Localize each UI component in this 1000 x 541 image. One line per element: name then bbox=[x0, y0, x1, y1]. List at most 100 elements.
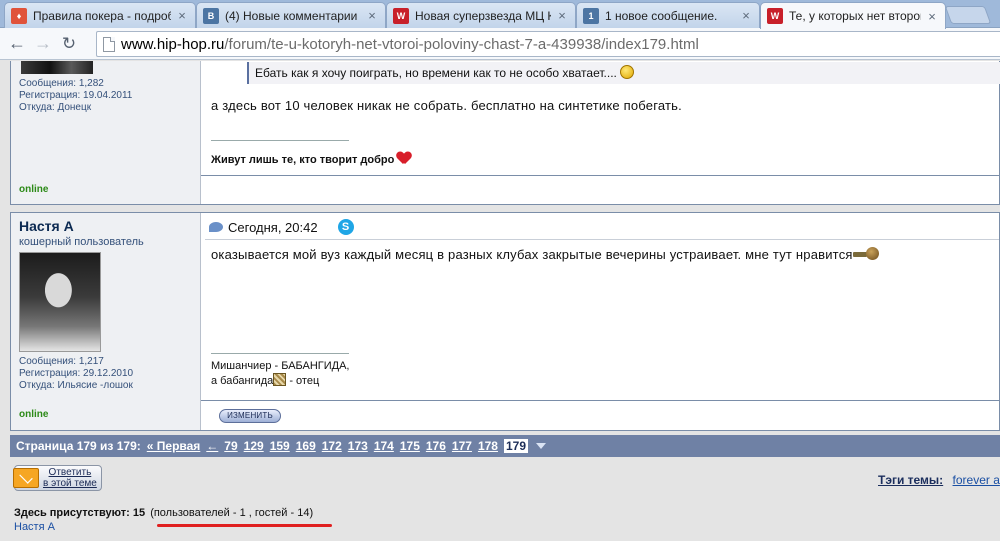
tab-0[interactable]: ♦ Правила покера - подроб × bbox=[4, 2, 196, 28]
pagination-label: Страница 179 из 179: bbox=[16, 439, 141, 453]
signature-divider bbox=[211, 353, 349, 354]
signature: Мишанчиер - БАБАНГИДА, а бабангида - оте… bbox=[211, 359, 350, 388]
hiphop-icon: W bbox=[393, 7, 409, 24]
owl-smiley-icon bbox=[273, 373, 287, 386]
post-body: Сегодня, 20:42 S оказывается мой вуз каж… bbox=[201, 213, 999, 430]
present-users: Здесь присутствуют: 15 (пользователей - … bbox=[14, 507, 313, 519]
close-icon[interactable]: × bbox=[739, 8, 753, 23]
thread-footer: Ответить в этой теме Тэги темы: forever … bbox=[10, 459, 1000, 541]
tab-4-active[interactable]: W Те, у которых нет второй × bbox=[760, 2, 946, 29]
post-footer-divider bbox=[201, 400, 999, 401]
tab-strip: ♦ Правила покера - подроб × B (4) Новые … bbox=[0, 0, 1000, 29]
close-icon[interactable]: × bbox=[925, 9, 939, 24]
page-link[interactable]: 178 bbox=[478, 439, 498, 453]
quote-text: Ебать как я хочу поиграть, но времени ка… bbox=[247, 62, 1000, 84]
post-icon bbox=[209, 222, 223, 232]
tab-3[interactable]: 1 1 новое сообщение. × bbox=[576, 2, 760, 28]
signature-line: Мишанчиер - БАБАНГИДА, bbox=[211, 360, 350, 372]
close-icon[interactable]: × bbox=[555, 8, 569, 23]
signature-divider bbox=[211, 140, 349, 141]
author-stats: Сообщения: 1,282 Регистрация: 19.04.2011… bbox=[19, 78, 132, 114]
reply-button-label: Ответить в этой теме bbox=[43, 467, 97, 489]
red-underline-annotation bbox=[157, 524, 332, 527]
page-link[interactable]: 159 bbox=[270, 439, 290, 453]
tag-link[interactable]: forever a bbox=[953, 473, 1000, 487]
tab-2[interactable]: W Новая суперзвезда МЦ К/ × bbox=[386, 2, 576, 28]
vk-icon: B bbox=[203, 7, 219, 24]
present-user-link[interactable]: Настя А bbox=[14, 521, 55, 533]
new-tab-button[interactable] bbox=[944, 6, 992, 24]
post-text: а здесь вот 10 человек никак не собрать.… bbox=[211, 98, 682, 113]
tab-title: Новая суперзвезда МЦ К/ bbox=[415, 8, 551, 23]
tab-title: 1 новое сообщение. bbox=[605, 8, 718, 23]
address-bar[interactable]: www.hip-hop.ru/forum/te-u-kotoryh-net-vt… bbox=[96, 31, 1000, 57]
page-link[interactable]: 175 bbox=[400, 439, 420, 453]
tab-title: Те, у которых нет второй bbox=[789, 9, 921, 23]
hiphop-icon: W bbox=[767, 8, 783, 24]
quote-block: Ебать как я хочу поиграть, но времени ка… bbox=[209, 61, 1000, 88]
post-body: Ебать как я хочу поиграть, но времени ка… bbox=[201, 61, 1000, 204]
prev-page-link[interactable]: ← bbox=[206, 439, 218, 453]
author-registered: Регистрация: 29.12.2010 bbox=[19, 368, 134, 379]
close-icon[interactable]: × bbox=[365, 8, 379, 23]
author-location: Откуда: Донецк bbox=[19, 102, 92, 113]
edit-button[interactable]: ИЗМЕНИТЬ bbox=[219, 409, 281, 423]
author-username[interactable]: Настя А bbox=[19, 218, 74, 234]
tab-title: Правила покера - подроб bbox=[33, 8, 171, 23]
envelope-icon bbox=[13, 468, 39, 488]
author-posts: Сообщения: 1,217 bbox=[19, 356, 104, 367]
page-link[interactable]: 169 bbox=[296, 439, 316, 453]
page-link[interactable]: 79 bbox=[224, 439, 237, 453]
close-icon[interactable]: × bbox=[175, 8, 189, 23]
gun-smiley-icon bbox=[852, 247, 879, 261]
page-link[interactable]: 173 bbox=[348, 439, 368, 453]
first-page-link[interactable]: « Первая bbox=[147, 439, 201, 453]
signature-line: а бабангида - отец bbox=[211, 373, 320, 387]
skype-icon[interactable]: S bbox=[337, 219, 354, 235]
page-link[interactable]: 177 bbox=[452, 439, 472, 453]
post-header: Сегодня, 20:42 S bbox=[209, 219, 354, 235]
present-label: Здесь присутствуют: bbox=[14, 507, 130, 519]
avatar[interactable] bbox=[19, 252, 101, 352]
tab-1[interactable]: B (4) Новые комментарии × bbox=[196, 2, 386, 28]
page-icon bbox=[103, 36, 115, 52]
url-host: www.hip-hop.ru bbox=[121, 35, 225, 53]
post-date: Сегодня, 20:42 bbox=[228, 219, 318, 235]
post-text: оказывается мой вуз каждый месяц в разны… bbox=[211, 247, 879, 262]
signature: Живут лишь те, кто творит добро bbox=[211, 152, 411, 166]
forum-page: Сообщения: 1,282 Регистрация: 19.04.2011… bbox=[0, 61, 1000, 541]
forum-post: Сообщения: 1,282 Регистрация: 19.04.2011… bbox=[10, 61, 1000, 205]
pagination-bar: Страница 179 из 179: « Первая ← 79 129 1… bbox=[10, 435, 1000, 457]
forum-post: Настя А кошерный пользователь Сообщения:… bbox=[10, 212, 1000, 431]
author-title: кошерный пользователь bbox=[19, 236, 144, 248]
sad-smiley-icon bbox=[620, 65, 635, 79]
poker-icon: ♦ bbox=[11, 7, 27, 24]
author-posts: Сообщения: 1,282 bbox=[19, 78, 104, 89]
current-page: 179 bbox=[503, 439, 528, 453]
chevron-down-icon[interactable] bbox=[536, 443, 546, 449]
reply-button[interactable]: Ответить в этой теме bbox=[13, 465, 102, 491]
reload-icon[interactable]: ↻ bbox=[56, 31, 82, 57]
page-link[interactable]: 172 bbox=[322, 439, 342, 453]
heart-icon bbox=[397, 152, 411, 164]
back-icon[interactable]: ← bbox=[4, 31, 30, 57]
browser-toolbar: ← → ↻ www.hip-hop.ru/forum/te-u-kotoryh-… bbox=[0, 28, 1000, 60]
author-location: Откуда: Ильясие -лошок bbox=[19, 380, 133, 391]
page-link[interactable]: 174 bbox=[374, 439, 394, 453]
thread-tags: Тэги темы: forever a bbox=[878, 473, 1000, 487]
post-footer-divider bbox=[201, 175, 999, 176]
author-registered: Регистрация: 19.04.2011 bbox=[19, 90, 133, 101]
vk-icon: 1 bbox=[583, 7, 599, 24]
url-path: /forum/te-u-kotoryh-net-vtoroi-poloviny-… bbox=[224, 35, 699, 53]
online-status: online bbox=[19, 184, 49, 195]
author-stats: Сообщения: 1,217 Регистрация: 29.12.2010… bbox=[19, 356, 133, 392]
post-author-panel: Сообщения: 1,282 Регистрация: 19.04.2011… bbox=[11, 61, 201, 204]
tab-title: (4) Новые комментарии bbox=[225, 8, 358, 23]
post-header-divider bbox=[205, 239, 999, 240]
tags-label: Тэги темы: bbox=[878, 473, 944, 487]
avatar[interactable] bbox=[21, 61, 93, 74]
page-link[interactable]: 129 bbox=[244, 439, 264, 453]
page-link[interactable]: 176 bbox=[426, 439, 446, 453]
post-author-panel: Настя А кошерный пользователь Сообщения:… bbox=[11, 213, 201, 430]
forward-icon[interactable]: → bbox=[30, 31, 56, 57]
